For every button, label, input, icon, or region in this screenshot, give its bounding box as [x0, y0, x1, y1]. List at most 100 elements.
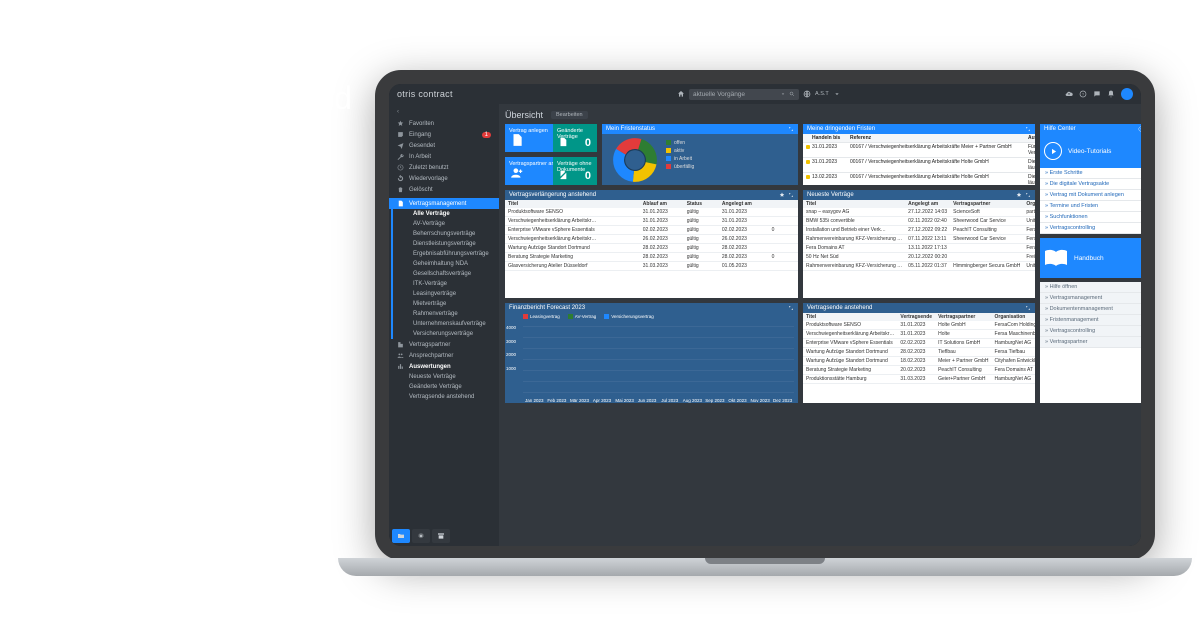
table-row[interactable]: Wartung Aufzüge Standort Dortmund28.02.2… — [803, 348, 1035, 357]
table-row[interactable]: Glasversicherung Atelier Düsseldorf31.03… — [505, 262, 798, 271]
sidebar-contract-type[interactable]: Mietverträge — [393, 299, 499, 309]
expand-icon[interactable] — [788, 305, 794, 311]
pin-icon[interactable] — [779, 192, 785, 198]
sidebar-contract-type[interactable]: Beherrschungsverträge — [393, 229, 499, 239]
help-link[interactable]: » Suchfunktionen — [1040, 212, 1141, 223]
bell-icon[interactable] — [1107, 90, 1115, 98]
help-link[interactable]: » Termine und Fristen — [1040, 201, 1141, 212]
table-row[interactable]: Installation und Betrieb einer Verk…27.1… — [803, 226, 1035, 235]
sidebar-contract-type[interactable]: AV-Verträge — [393, 219, 499, 229]
sidebar-footer — [389, 526, 499, 546]
table-row[interactable]: Beratung Strategie Marketing28.02.2023gü… — [505, 253, 798, 262]
renewal-table[interactable]: TitelAblauf amStatusAngelegt amProduktso… — [505, 200, 798, 271]
help-icon[interactable]: ? — [1079, 90, 1087, 98]
sidebar-deleted[interactable]: Gelöscht — [389, 184, 499, 195]
expand-icon[interactable] — [788, 126, 794, 132]
edit-dashboard-button[interactable]: Bearbeiten — [551, 111, 588, 119]
cloud-upload-icon[interactable] — [1065, 90, 1073, 98]
help-link[interactable]: » Vertragscontrolling — [1040, 326, 1141, 337]
deadline-row[interactable]: 31.01.202300167 / Verschwiegenheitserklä… — [803, 158, 1035, 173]
help-link[interactable]: » Erste Schritte — [1040, 168, 1141, 179]
sidebar-contract-type[interactable]: Ergebnisabführungsverträge — [393, 249, 499, 259]
deadline-row[interactable]: 31.01.202300167 / Verschwiegenheitserklä… — [803, 143, 1035, 158]
globe-icon[interactable] — [803, 90, 811, 98]
tile-changed-contracts[interactable]: Geänderte Verträge 0 — [553, 124, 597, 152]
contract-end-table[interactable]: TitelVertragsendeVertragspartnerOrganisa… — [803, 313, 1035, 384]
home-icon[interactable] — [677, 90, 685, 98]
sidebar-contract-type[interactable]: Leasingverträge — [393, 289, 499, 299]
table-row[interactable]: Enterprise VMware vSphere Essentials02.0… — [505, 226, 798, 235]
expand-icon[interactable] — [788, 192, 794, 198]
panel-finance-chart-header: Finanzbericht Forecast 2023 — [505, 303, 798, 313]
table-row[interactable]: Verschwiegenheitserklärung Arbeitskr…31.… — [803, 330, 1035, 339]
chat-icon[interactable] — [1093, 90, 1101, 98]
tile-contracts-no-docs[interactable]: Verträge ohne Dokumente 0 — [553, 157, 597, 185]
sidebar-contract-type[interactable]: Rahmenverträge — [393, 309, 499, 319]
help-handbook-tile[interactable]: Handbuch — [1040, 238, 1141, 278]
help-link[interactable]: » Vertragscontrolling — [1040, 223, 1141, 234]
sidebar-contract-type[interactable]: Unternehmenskaufverträge — [393, 319, 499, 329]
sidebar-contract-type[interactable]: Geheimhaltung NDA — [393, 259, 499, 269]
newest-table[interactable]: TitelAngelegt amVertragspartnerOrganisat… — [803, 200, 1035, 271]
sidebar-report-item[interactable]: Geänderte Verträge — [389, 382, 499, 392]
help-link[interactable]: » Die digitale Vertragsakte — [1040, 179, 1141, 190]
help-link[interactable]: » Vertragsmanagement — [1040, 293, 1141, 304]
sidebar-partner[interactable]: Vertragspartner — [389, 339, 499, 350]
help-link[interactable]: » Dokumentenmanagement — [1040, 304, 1141, 315]
table-row[interactable]: Produktsoftware SENSO31.01.2023Holte Gmb… — [803, 321, 1035, 330]
svg-text:?: ? — [1140, 127, 1141, 131]
sidebar-in-progress[interactable]: In Arbeit — [389, 151, 499, 162]
table-row[interactable]: snap – easygov AG27.12.2022 14:03Science… — [803, 208, 1035, 217]
sidebar-sent[interactable]: Gesendet — [389, 140, 499, 151]
sidebar-inbox[interactable]: Eingang1 — [389, 129, 499, 140]
sidebar-view-archive[interactable] — [432, 529, 450, 543]
table-row[interactable]: Beratung Strategie Marketing20.02.2023Pe… — [803, 366, 1035, 375]
expand-icon[interactable] — [1025, 192, 1031, 198]
search-icon[interactable] — [789, 91, 795, 97]
sidebar-resubmission[interactable]: Wiedervorlage — [389, 173, 499, 184]
help-link[interactable]: » Vertrag mit Dokument anlegen — [1040, 190, 1141, 201]
sidebar-view-settings[interactable] — [412, 529, 430, 543]
panel-deadline-status-header: Mein Fristenstatus — [602, 124, 798, 134]
sidebar-report-item[interactable]: Neueste Verträge — [389, 372, 499, 382]
pin-icon[interactable] — [1016, 192, 1022, 198]
table-row[interactable]: Rahmenvereinbarung KFZ-Versicherung …05.… — [803, 262, 1035, 271]
table-row[interactable]: 50 Hz Net Süd20.12.2022 00:20Freinetz AG — [803, 253, 1035, 262]
chevron-down-icon[interactable] — [780, 91, 786, 97]
sidebar-contract-type[interactable]: Dienstleistungsverträge — [393, 239, 499, 249]
sidebar-module-contracts[interactable]: Vertragsmanagement — [389, 198, 499, 209]
sidebar-favorites[interactable]: Favoriten — [389, 118, 499, 129]
expand-icon[interactable] — [1025, 305, 1031, 311]
sidebar-contract-type[interactable]: ITK-Verträge — [393, 279, 499, 289]
sidebar-reports[interactable]: Auswertungen — [389, 361, 499, 372]
avatar[interactable] — [1121, 88, 1133, 100]
table-row[interactable]: Fera Domains AT13.11.2022 17:13Fera Doma… — [803, 244, 1035, 253]
expand-icon[interactable] — [1025, 126, 1031, 132]
table-row[interactable]: Produktionsstätte Hamburg31.03.2023Geier… — [803, 375, 1035, 384]
help-icon[interactable]: ? — [1138, 126, 1141, 132]
table-row[interactable]: BMW 535i convertible02.11.2022 02:40Shee… — [803, 217, 1035, 226]
sidebar-back[interactable]: ‹ — [389, 107, 499, 118]
help-link[interactable]: » Hilfe öffnen — [1040, 282, 1141, 293]
search-field[interactable]: aktuelle Vorgänge — [689, 89, 799, 100]
sidebar-contacts[interactable]: Ansprechpartner — [389, 350, 499, 361]
sidebar-view-folders[interactable] — [392, 529, 410, 543]
help-video-tile[interactable]: Video-Tutorials — [1040, 134, 1141, 168]
sidebar-recent[interactable]: Zuletzt benutzt — [389, 162, 499, 173]
table-row[interactable]: Verschwiegenheitserklärung Arbeitskr…26.… — [505, 235, 798, 244]
table-row[interactable]: Rahmenvereinbarung KFZ-Versicherung …07.… — [803, 235, 1035, 244]
star-icon — [397, 120, 404, 127]
legend-item: offen — [666, 139, 694, 147]
help-link[interactable]: » Vertragspartner — [1040, 337, 1141, 348]
sidebar-contract-type[interactable]: Gesellschaftsverträge — [393, 269, 499, 279]
sidebar-report-item[interactable]: Vertragsende anstehend — [389, 392, 499, 402]
table-row[interactable]: Enterprise VMware vSphere Essentials02.0… — [803, 339, 1035, 348]
table-row[interactable]: Wartung Aufzüge Standort Dortmund28.02.2… — [505, 244, 798, 253]
table-row[interactable]: Produktsoftware SENSO31.01.2023gültig31.… — [505, 208, 798, 217]
table-row[interactable]: Verschwiegenheitserklärung Arbeitskr…31.… — [505, 217, 798, 226]
chevron-down-icon[interactable] — [833, 90, 841, 98]
table-row[interactable]: Wartung Aufzüge Standort Dortmund18.02.2… — [803, 357, 1035, 366]
help-link[interactable]: » Fristenmanagement — [1040, 315, 1141, 326]
sidebar-contract-type[interactable]: Alle Verträge — [393, 209, 499, 219]
sidebar-contract-type[interactable]: Versicherungsverträge — [393, 329, 499, 339]
